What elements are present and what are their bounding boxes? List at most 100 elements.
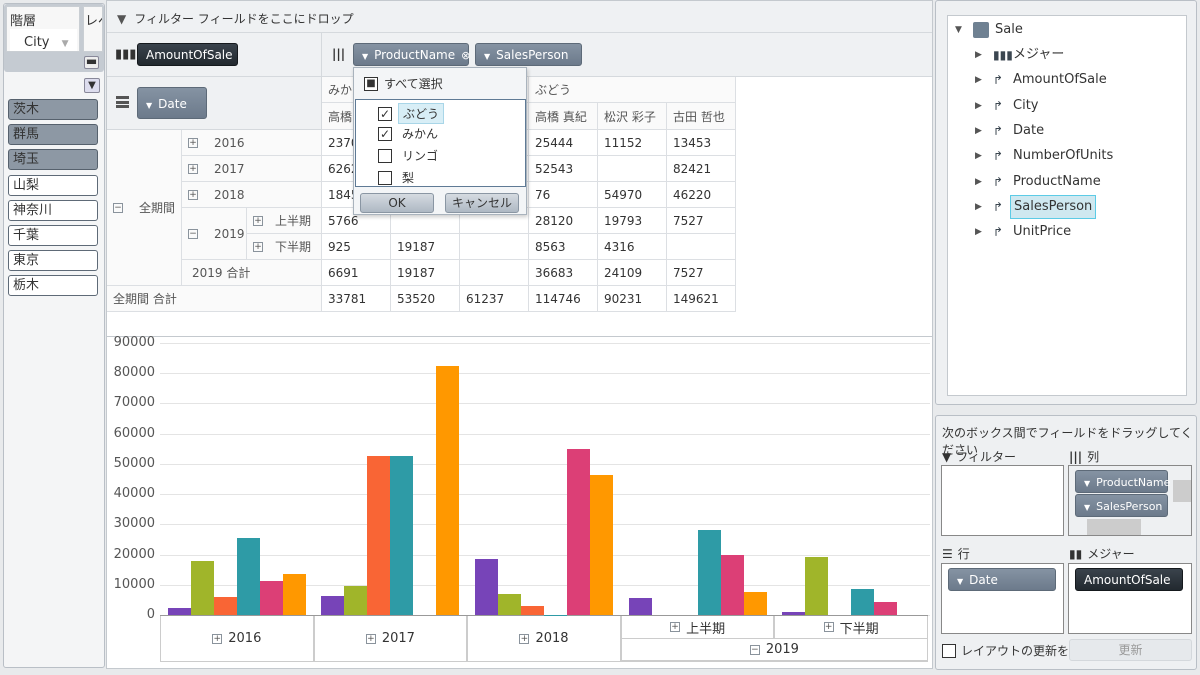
- bar[interactable]: [628, 597, 652, 615]
- bar[interactable]: [590, 475, 613, 615]
- x-category-label[interactable]: +2018: [467, 616, 621, 661]
- measure-chip-amountofsale[interactable]: AmountOfSale: [137, 43, 238, 66]
- tree-item[interactable]: ▶ ▮▮▮ メジャー: [975, 44, 1064, 66]
- column-chip-productname[interactable]: ▼ ProductName ⊗: [353, 43, 470, 66]
- slicer-item[interactable]: 山梨: [8, 174, 98, 196]
- bar[interactable]: [743, 592, 767, 615]
- tree-item[interactable]: ▶ ↱ ProductName: [975, 171, 1101, 193]
- chevron-down-icon: ▼: [61, 39, 69, 49]
- tree-item[interactable]: ▶ ↱ City: [975, 95, 1038, 117]
- slicer-item[interactable]: 千葉: [8, 225, 98, 246]
- filter-item[interactable]: リンゴ: [378, 147, 438, 164]
- vertical-scrollbar[interactable]: [1173, 480, 1191, 502]
- bar[interactable]: [697, 530, 721, 615]
- expand-icon[interactable]: +: [188, 163, 198, 174]
- collapse-icon[interactable]: −: [188, 228, 198, 239]
- expand-icon[interactable]: +: [253, 215, 263, 226]
- filter-area[interactable]: [941, 465, 1064, 536]
- expand-icon[interactable]: +: [365, 633, 376, 644]
- expand-icon[interactable]: +: [670, 622, 681, 632]
- tree-item[interactable]: ▶ ↱ UnitPrice: [975, 221, 1071, 243]
- collapse-icon[interactable]: −: [113, 202, 123, 213]
- filter-item[interactable]: 梨: [378, 169, 414, 186]
- slicer-item[interactable]: 栃木: [8, 275, 98, 297]
- ok-button[interactable]: OK: [360, 193, 434, 213]
- defer-update-label: レイアウトの更新を保: [961, 644, 1082, 658]
- filter-item[interactable]: ✓ ぶどう: [378, 103, 445, 124]
- slicer-item[interactable]: 神奈川: [8, 199, 98, 221]
- filter-item[interactable]: ✓ みかん: [378, 125, 438, 142]
- bar[interactable]: [521, 606, 544, 615]
- layout-column-chip[interactable]: ▼ ProductName: [1075, 470, 1170, 493]
- expand-icon[interactable]: +: [519, 633, 530, 644]
- expand-icon[interactable]: +: [212, 633, 223, 644]
- bar[interactable]: [498, 593, 521, 615]
- bar[interactable]: [436, 365, 460, 615]
- tree-item[interactable]: ▶ ↱ AmountOfSale: [975, 69, 1107, 91]
- layout-row-chip-date[interactable]: ▼ Date: [948, 568, 1056, 591]
- tree-root-sale[interactable]: ▼ Sale: [955, 19, 1023, 41]
- expand-icon[interactable]: +: [188, 137, 198, 148]
- x-category-label[interactable]: + 上半期: [620, 616, 775, 638]
- x-group-label[interactable]: −2019: [620, 638, 928, 661]
- row-header-total: 2019 合計: [182, 260, 322, 286]
- filter-item-list: ✓ ぶどう ✓ みかんリンゴ梨: [355, 99, 526, 187]
- expand-icon[interactable]: +: [188, 189, 198, 200]
- data-cell: [460, 260, 529, 286]
- bar[interactable]: [344, 586, 368, 615]
- tree-item[interactable]: ▶ ↱ NumberOfUnits: [975, 145, 1113, 167]
- bar[interactable]: [213, 597, 237, 615]
- data-cell: 54970: [598, 182, 667, 208]
- filter-area-label: ▼ フィルター: [942, 450, 1016, 464]
- expand-icon[interactable]: +: [253, 241, 263, 252]
- slicer-item[interactable]: 埼玉: [8, 149, 98, 171]
- slicer-item[interactable]: 東京: [8, 250, 98, 272]
- bar[interactable]: [367, 456, 391, 615]
- y-tick-label: 30000: [113, 516, 155, 532]
- collapse-icon[interactable]: ▬: [84, 55, 99, 69]
- column-header: 古田 哲也: [667, 103, 736, 130]
- remove-icon[interactable]: ⊗: [461, 49, 470, 62]
- bar[interactable]: [321, 596, 345, 615]
- select-all-checkbox[interactable]: ■ すべて選択: [364, 75, 443, 92]
- bar[interactable]: [851, 589, 875, 615]
- x-category-label[interactable]: + 下半期: [774, 616, 928, 638]
- cancel-button[interactable]: キャンセル: [445, 193, 519, 213]
- data-cell: 24109: [598, 260, 667, 286]
- x-category-label[interactable]: +2017: [313, 616, 468, 661]
- tree-item[interactable]: ▶ ↱ Date: [975, 120, 1044, 142]
- bar[interactable]: [236, 538, 260, 615]
- x-category-label[interactable]: +2016: [160, 616, 314, 661]
- bar[interactable]: [874, 601, 898, 615]
- bar[interactable]: [782, 612, 806, 615]
- columns-area[interactable]: ▼ ProductName ▼ SalesPerson: [1068, 465, 1192, 536]
- bar[interactable]: [190, 561, 214, 615]
- bar[interactable]: [390, 456, 414, 615]
- bar[interactable]: [567, 448, 590, 615]
- collapse-icon[interactable]: −: [749, 644, 760, 655]
- filter-drop-zone[interactable]: ▼ フィルター フィールドをここにドロップ: [107, 1, 932, 33]
- tree-item[interactable]: ▶ ↱ SalesPerson: [975, 194, 1097, 219]
- hierarchy-select[interactable]: City ▼: [10, 29, 77, 51]
- gridline: [160, 524, 930, 526]
- slicer-item[interactable]: 茨木: [8, 99, 98, 120]
- bar[interactable]: [720, 555, 744, 615]
- row-chip-date[interactable]: ▼ Date: [137, 87, 207, 119]
- column-header: 松沢 彩子: [598, 103, 667, 130]
- expand-icon[interactable]: +: [823, 622, 834, 632]
- bar[interactable]: [167, 607, 191, 615]
- layout-measure-chip[interactable]: AmountOfSale: [1075, 568, 1183, 591]
- bar[interactable]: [282, 574, 306, 615]
- clear-filter-icon[interactable]: ▼: [84, 78, 100, 93]
- update-button[interactable]: 更新: [1069, 639, 1192, 661]
- defer-update-checkbox[interactable]: レイアウトの更新を保: [942, 642, 1081, 659]
- slicer-item[interactable]: 群馬: [8, 124, 98, 146]
- bar[interactable]: [475, 559, 498, 615]
- horizontal-scrollbar[interactable]: [1087, 519, 1141, 535]
- tree-item-label: UnitPrice: [1013, 224, 1072, 240]
- column-chip-salesperson[interactable]: ▼ SalesPerson: [475, 43, 582, 66]
- layout-column-chip[interactable]: ▼ SalesPerson: [1075, 494, 1168, 517]
- data-cell: 36683: [529, 260, 598, 286]
- bar[interactable]: [259, 581, 283, 615]
- bar[interactable]: [805, 557, 829, 615]
